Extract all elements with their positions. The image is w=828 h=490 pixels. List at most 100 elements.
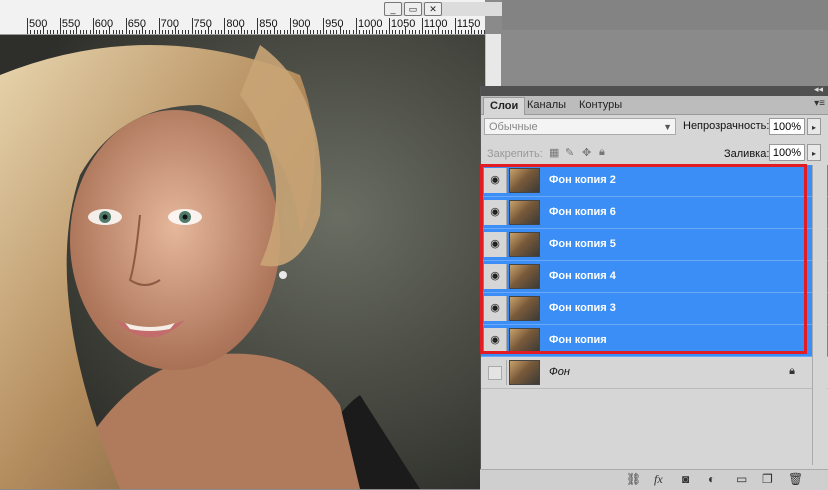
- ruler-tick: [481, 30, 483, 34]
- fx-icon[interactable]: fx: [654, 472, 663, 487]
- ruler-tick: [415, 30, 417, 34]
- ruler-tick: [214, 30, 216, 34]
- ruler-tick: [105, 30, 107, 34]
- eye-icon[interactable]: ◉: [484, 200, 507, 225]
- eye-icon[interactable]: ◉: [484, 264, 507, 289]
- layer-row[interactable]: ◉ Фон копия 2: [481, 165, 828, 197]
- lock-icon: 🔒︎: [789, 365, 795, 377]
- ruler-tick: [313, 30, 315, 34]
- panel-menu-icon[interactable]: ▾≡: [814, 98, 825, 109]
- ruler-tick: [135, 30, 137, 34]
- ruler-tick: [303, 30, 305, 34]
- ruler-tick: [332, 30, 334, 34]
- collapse-panel-icon[interactable]: ◂◂: [814, 84, 823, 95]
- mask-icon[interactable]: ◙: [682, 472, 689, 486]
- layer-row[interactable]: ◉ Фон копия: [481, 325, 828, 357]
- document-canvas[interactable]: [0, 35, 485, 489]
- ruler-tick: [168, 30, 170, 34]
- ruler-tick: [319, 30, 321, 34]
- tab-paths[interactable]: Контуры: [573, 97, 628, 114]
- ruler-tick: [290, 18, 292, 34]
- lock-move-icon[interactable]: ✥: [582, 146, 591, 159]
- ruler-tick: [382, 30, 384, 34]
- ruler-tick: [122, 30, 124, 34]
- close-button[interactable]: ✕: [424, 2, 442, 16]
- layer-thumbnail: [509, 296, 540, 321]
- layer-row[interactable]: ◉ Фон копия 5: [481, 229, 828, 261]
- ruler-tick: [273, 26, 275, 34]
- layer-row[interactable]: ◉ Фон копия 3: [481, 293, 828, 325]
- portrait-photo: [0, 35, 485, 489]
- opacity-slider-arrow[interactable]: ▸: [807, 118, 821, 135]
- lock-brush-icon[interactable]: ✎: [565, 146, 574, 159]
- layer-row[interactable]: Фон 🔒︎: [481, 357, 828, 389]
- layer-name: Фон: [549, 366, 570, 378]
- ruler-tick: [283, 30, 285, 34]
- workspace-pane: [642, 0, 828, 30]
- ruler-label: 500: [29, 18, 48, 30]
- ruler-tick: [267, 30, 269, 34]
- lock-transparent-icon[interactable]: ▦: [549, 146, 559, 159]
- tab-layers[interactable]: Слои: [483, 97, 526, 115]
- ruler-tick: [27, 18, 28, 34]
- ruler-tick: [138, 30, 140, 34]
- visibility-toggle[interactable]: [484, 360, 507, 385]
- tab-channels[interactable]: Каналы: [521, 97, 572, 114]
- ruler-tick: [128, 30, 130, 34]
- ruler-tick: [56, 30, 58, 34]
- workspace-background: [502, 0, 828, 86]
- ruler-tick: [398, 30, 400, 34]
- ruler-tick: [254, 30, 255, 34]
- ruler-tick: [260, 30, 262, 34]
- blend-mode-value: Обычные: [489, 121, 538, 133]
- fill-field[interactable]: 100%: [769, 144, 805, 161]
- ruler-tick: [227, 30, 229, 34]
- ruler-tick: [474, 30, 476, 34]
- eye-icon[interactable]: ◉: [484, 328, 507, 353]
- link-icon[interactable]: ⛓: [626, 472, 641, 486]
- ruler-tick: [434, 30, 436, 34]
- ruler-label: 750: [193, 18, 212, 30]
- ruler-tick: [194, 30, 196, 34]
- ruler-tick: [372, 26, 374, 34]
- ruler-tick: [405, 26, 407, 34]
- ruler-tick: [379, 30, 381, 34]
- trash-icon[interactable]: 🗑︎: [788, 472, 803, 486]
- ruler-tick: [464, 30, 466, 34]
- ruler-label: 1150: [456, 18, 481, 30]
- layer-thumbnail: [509, 232, 540, 257]
- lock-all-icon[interactable]: 🔒︎: [599, 146, 605, 159]
- ruler-label: 850: [259, 18, 278, 30]
- ruler-tick: [244, 30, 246, 34]
- ruler-tick: [217, 30, 219, 34]
- ruler-label: 1000: [358, 18, 383, 30]
- eye-icon[interactable]: ◉: [484, 168, 507, 193]
- ruler-tick: [237, 30, 239, 34]
- layer-thumbnail: [509, 328, 540, 353]
- opacity-field[interactable]: 100%: [769, 118, 805, 135]
- layer-row[interactable]: ◉ Фон копия 6: [481, 197, 828, 229]
- minimize-button[interactable]: _: [384, 2, 402, 16]
- layers-scrollbar[interactable]: [812, 165, 827, 465]
- restore-button[interactable]: ▭: [404, 2, 422, 16]
- ruler-label: 1050: [390, 18, 416, 30]
- new-layer-icon[interactable]: ❐: [762, 472, 773, 486]
- layer-row[interactable]: ◉ Фон копия 4: [481, 261, 828, 293]
- ruler-tick: [73, 30, 75, 34]
- ruler-tick: [277, 30, 279, 34]
- blend-mode-select[interactable]: Обычные ▼: [484, 118, 676, 135]
- ruler-tick: [221, 30, 223, 34]
- eye-icon[interactable]: ◉: [484, 232, 507, 257]
- ruler-tick: [425, 30, 427, 34]
- ruler-tick: [408, 30, 410, 34]
- ruler-tick: [145, 30, 147, 34]
- ruler-label: 1100: [423, 18, 448, 30]
- fill-slider-arrow[interactable]: ▸: [807, 144, 821, 161]
- folder-icon[interactable]: ▭: [736, 472, 747, 486]
- ruler-tick: [125, 18, 127, 34]
- ruler-tick: [457, 30, 459, 34]
- adjustment-icon[interactable]: ◐: [708, 472, 715, 486]
- eye-icon[interactable]: ◉: [484, 296, 507, 321]
- ruler-tick: [352, 30, 354, 34]
- ruler-tick: [142, 26, 144, 34]
